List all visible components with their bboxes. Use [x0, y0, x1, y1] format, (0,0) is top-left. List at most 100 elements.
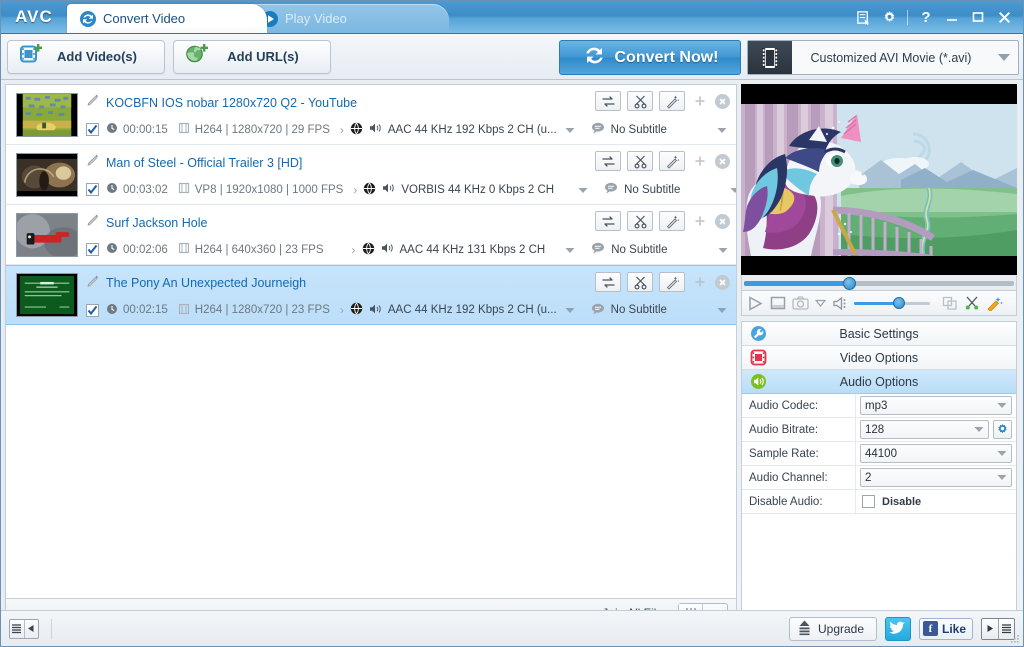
remove-row-icon[interactable]: [715, 213, 730, 229]
tab-convert-video[interactable]: Convert Video: [67, 4, 267, 33]
audio-dropdown-icon[interactable]: [578, 183, 588, 197]
player-controls: [741, 290, 1017, 316]
audio-dropdown-icon[interactable]: [565, 243, 575, 257]
upgrade-button[interactable]: Upgrade: [788, 616, 877, 641]
magic-wand-icon[interactable]: [659, 151, 685, 171]
help-icon[interactable]: ?: [913, 6, 939, 28]
table-row[interactable]: KOCBFN IOS nobar 1280x720 Q2 - YouTube 0…: [6, 85, 736, 145]
facebook-like-button[interactable]: f Like: [918, 617, 973, 640]
table-row[interactable]: The Pony An Unexpected Journeigh 00:02:1…: [6, 265, 736, 325]
file-title[interactable]: The Pony An Unexpected Journeigh: [106, 276, 306, 290]
volume-slider[interactable]: [854, 296, 930, 310]
add-videos-button[interactable]: Add Video(s): [7, 39, 165, 74]
preview-seek-bar[interactable]: [741, 275, 1017, 290]
edit-icon[interactable]: [86, 214, 100, 231]
stop-icon[interactable]: [770, 296, 786, 310]
table-row[interactable]: Man of Steel - Official Trailer 3 [HD] 0…: [6, 145, 736, 205]
edit-icon[interactable]: [86, 275, 100, 292]
scissors-icon[interactable]: [627, 91, 653, 111]
video-preview[interactable]: [741, 84, 1017, 275]
snapshot-icon[interactable]: [792, 296, 809, 310]
file-title[interactable]: KOCBFN IOS nobar 1280x720 Q2 - YouTube: [106, 96, 357, 110]
subtitle-dropdown-icon[interactable]: [730, 183, 736, 197]
subtitle-dropdown-icon[interactable]: [717, 123, 727, 137]
subtitle-dropdown-icon[interactable]: [718, 243, 728, 257]
swap-icon[interactable]: [595, 211, 621, 231]
resize-grip-icon[interactable]: [1010, 633, 1020, 643]
magic-wand-icon[interactable]: [659, 91, 685, 111]
filmstrip-icon: [178, 303, 190, 318]
cut-icon[interactable]: [964, 296, 980, 310]
expand-right-icon[interactable]: [982, 618, 998, 639]
filmstrip-icon: [178, 242, 190, 257]
volume-handle[interactable]: [893, 297, 905, 309]
subtitle-value: No Subtitle: [611, 243, 668, 256]
edit-icon[interactable]: [86, 94, 100, 111]
scissors-icon[interactable]: [627, 151, 653, 171]
clone-icon[interactable]: [942, 296, 958, 310]
scissors-icon[interactable]: [627, 272, 653, 292]
add-row-icon[interactable]: [691, 152, 709, 170]
section-basic-settings[interactable]: Basic Settings: [742, 322, 1016, 346]
audio-bitrate-settings-button[interactable]: [993, 420, 1012, 439]
collapse-left-icon[interactable]: [25, 620, 39, 638]
audio-bitrate-select[interactable]: 128: [860, 420, 989, 439]
add-row-icon[interactable]: [691, 92, 709, 110]
row-checkbox[interactable]: [86, 303, 99, 317]
audio-dropdown-icon[interactable]: [565, 303, 575, 317]
file-title[interactable]: Man of Steel - Official Trailer 3 [HD]: [106, 156, 302, 170]
upgrade-label: Upgrade: [817, 621, 865, 636]
chevron-down-icon[interactable]: [990, 53, 1018, 62]
effect-icon[interactable]: [986, 296, 1003, 311]
file-title[interactable]: Surf Jackson Hole: [106, 216, 207, 230]
maximize-icon[interactable]: [965, 6, 991, 28]
section-audio-options-label: Audio Options: [839, 374, 919, 389]
convert-now-button[interactable]: Convert Now!: [559, 40, 741, 75]
volume-icon[interactable]: [832, 296, 848, 311]
disable-audio-checkbox[interactable]: [862, 495, 875, 508]
subtitle-dropdown-icon[interactable]: [717, 303, 727, 317]
row-checkbox[interactable]: [86, 243, 99, 256]
tab-play-video[interactable]: Play Video: [249, 4, 449, 33]
play-icon[interactable]: [747, 295, 764, 311]
output-preset-dropdown[interactable]: Customized AVI Movie (*.avi): [747, 40, 1019, 75]
add-urls-button[interactable]: Add URL(s): [173, 39, 331, 74]
seek-handle[interactable]: [843, 277, 856, 290]
video-thumbnail: [16, 152, 78, 197]
remove-row-icon[interactable]: [715, 93, 730, 109]
log-icon[interactable]: [850, 6, 876, 28]
remove-row-icon[interactable]: [715, 274, 730, 290]
close-icon[interactable]: [991, 6, 1017, 28]
sample-rate-select[interactable]: 44100: [860, 444, 1012, 463]
convert-now-label: Convert Now!: [614, 48, 719, 66]
clock-icon: [106, 122, 118, 137]
add-row-icon[interactable]: [691, 212, 709, 230]
edit-icon[interactable]: [86, 154, 100, 171]
twitter-icon[interactable]: [884, 616, 911, 641]
scissors-icon[interactable]: [627, 211, 653, 231]
add-row-icon[interactable]: [691, 273, 709, 291]
row-checkbox[interactable]: [86, 123, 99, 136]
swap-icon[interactable]: [595, 91, 621, 111]
audio-codec-select[interactable]: mp3: [860, 396, 1012, 415]
row-checkbox[interactable]: [86, 183, 99, 196]
gear-icon[interactable]: [876, 6, 902, 28]
audio-channel-select[interactable]: 2: [860, 468, 1012, 487]
swap-icon[interactable]: [595, 151, 621, 171]
audio-track-value: AAC 44 KHz 192 Kbps 2 CH (u...: [387, 304, 557, 316]
list-view-toggle[interactable]: [9, 618, 39, 639]
snapshot-dropdown-icon[interactable]: [815, 299, 826, 307]
film-icon: [748, 41, 792, 74]
audio-dropdown-icon[interactable]: [565, 123, 575, 137]
remove-row-icon[interactable]: [715, 153, 730, 169]
section-video-options[interactable]: Video Options: [742, 346, 1016, 370]
magic-wand-icon[interactable]: [659, 272, 685, 292]
list-icon[interactable]: [10, 619, 25, 638]
minimize-icon[interactable]: [939, 6, 965, 28]
globe-icon: [350, 122, 363, 138]
tab-play-video-label: Play Video: [285, 11, 347, 26]
magic-wand-icon[interactable]: [659, 211, 685, 231]
swap-icon[interactable]: [595, 272, 621, 292]
table-row[interactable]: Surf Jackson Hole 00:02:06 H264 | 640x36…: [6, 205, 736, 265]
section-audio-options[interactable]: Audio Options: [742, 370, 1016, 394]
